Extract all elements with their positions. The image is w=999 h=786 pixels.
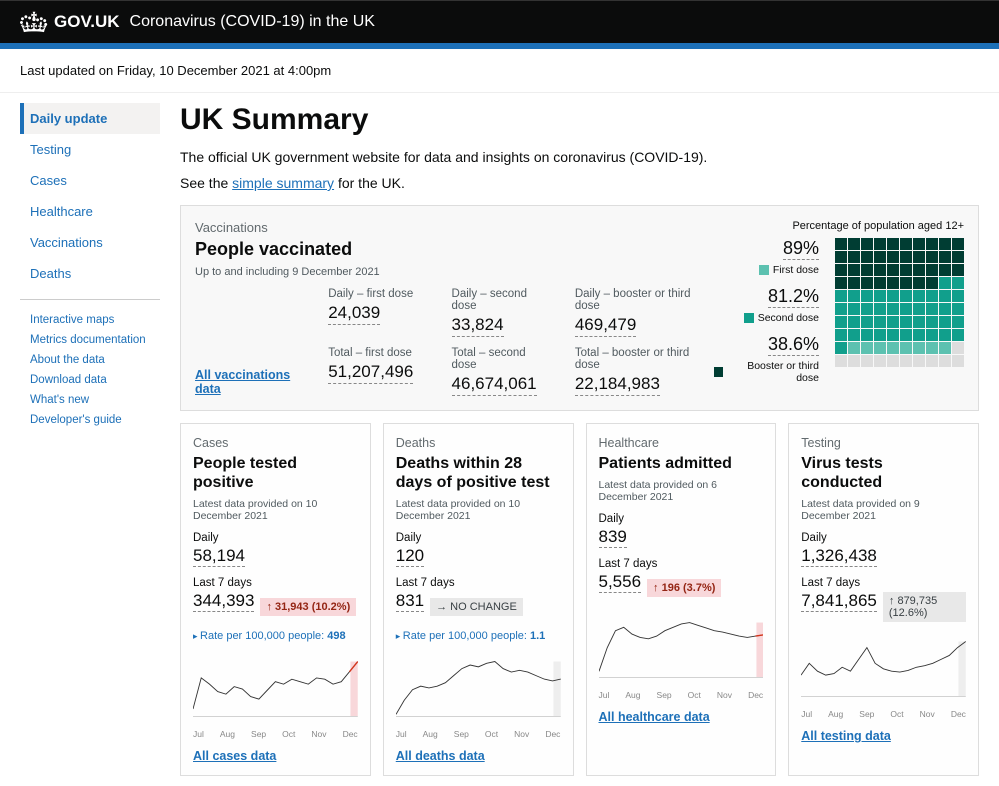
nav-item-cases[interactable]: Cases [20,165,160,196]
waffle-chart [835,238,964,367]
card-heading: Virus tests conducted [801,454,966,492]
last7-value: 7,841,865 [801,591,877,612]
pct-label: Second dose [758,312,819,324]
change-badge: ↑ 196 (3.7%) [647,579,721,597]
pct-title: Percentage of population aged 12+ [714,220,964,232]
sparkline-chart [193,654,358,724]
sparkline-chart [801,634,966,704]
sparkline-chart [599,615,764,685]
nav-item-testing[interactable]: Testing [20,134,160,165]
daily-label: Daily [801,532,966,544]
sidebar: Daily updateTestingCasesHealthcareVaccin… [20,103,160,776]
last7-value: 831 [396,591,424,612]
nav-item-healthcare[interactable]: Healthcare [20,196,160,227]
metric-value: 24,039 [328,303,380,325]
change-badge: → NO CHANGE [430,598,523,616]
card-cases: Cases People tested positive Latest data p… [180,423,371,776]
last7-value: 5,556 [599,572,642,593]
last7-label: Last 7 days [193,577,358,589]
last7-label: Last 7 days [801,577,966,589]
metric-value: 22,184,983 [575,374,660,396]
metric-value: 46,674,061 [452,374,537,396]
card-label: Cases [193,436,358,450]
page-title: UK Summary [180,103,979,137]
daily-label: Daily [396,532,561,544]
nav-item-daily-update[interactable]: Daily update [20,103,160,134]
all-vaccinations-link[interactable]: All vaccinations data [195,368,304,396]
header: GOV.UK Coronavirus (COVID-19) in the UK [0,0,999,43]
daily-value: 1,326,438 [801,546,877,567]
metric-label: Total – first dose [328,347,427,359]
card-testing: Testing Virus tests conducted Latest data … [788,423,979,776]
sidebar-link-metrics-documentation[interactable]: Metrics documentation [20,330,160,350]
rate-link[interactable]: Rate per 100,000 people: 1.1 [396,630,561,642]
all-cases-link[interactable]: All cases data [193,749,276,763]
card-date: Latest data provided on 10 December 2021 [396,498,561,522]
card-heading: People tested positive [193,454,358,492]
page-intro: The official UK government website for d… [180,149,979,165]
card-label: Healthcare [599,436,764,450]
header-govuk: GOV.UK [54,12,120,32]
metric-label: Total – booster or third dose [575,347,694,371]
sidebar-link-download-data[interactable]: Download data [20,370,160,390]
last7-label: Last 7 days [599,558,764,570]
vacc-date: Up to and including 9 December 2021 [195,266,694,278]
daily-value: 58,194 [193,546,245,567]
nav-item-vaccinations[interactable]: Vaccinations [20,227,160,258]
sidebar-link-interactive-maps[interactable]: Interactive maps [20,310,160,330]
all-healthcare-link[interactable]: All healthcare data [599,710,710,724]
metric-label: Daily – booster or third dose [575,288,694,312]
pct-value: 89% [783,238,819,260]
metric-value: 51,207,496 [328,362,413,384]
rate-link[interactable]: Rate per 100,000 people: 498 [193,630,358,642]
pct-value: 81.2% [768,286,819,308]
legend-square [744,313,754,323]
change-badge: ↑ 879,735 (12.6%) [883,592,966,622]
card-date: Latest data provided on 10 December 2021 [193,498,358,522]
pct-label: First dose [773,264,819,276]
vacc-heading: People vaccinated [195,239,694,260]
simple-summary-link[interactable]: simple summary [232,175,334,191]
sparkline-chart [396,654,561,724]
card-healthcare: Healthcare Patients admitted Latest data p… [586,423,777,776]
card-label: Deaths [396,436,561,450]
last7-value: 344,393 [193,591,254,612]
see-summary: See the simple summary for the UK. [180,175,979,191]
header-title: Coronavirus (COVID-19) in the UK [130,13,375,31]
vacc-label: Vaccinations [195,220,694,235]
vacc-percentage: Percentage of population aged 12+ 89% Fir… [714,220,964,396]
daily-label: Daily [193,532,358,544]
vaccinations-panel: Vaccinations People vaccinated Up to and… [180,205,979,411]
metric-label: Daily – second dose [452,288,551,312]
metric-value: 33,824 [452,315,504,337]
metric-label: Total – second dose [452,347,551,371]
pct-label: Booster or third dose [727,360,819,384]
daily-label: Daily [599,513,764,525]
legend-square [714,367,723,377]
last-updated: Last updated on Friday, 10 December 2021… [0,49,999,93]
card-label: Testing [801,436,966,450]
daily-value: 120 [396,546,424,567]
all-deaths-link[interactable]: All deaths data [396,749,485,763]
nav-item-deaths[interactable]: Deaths [20,258,160,289]
card-date: Latest data provided on 9 December 2021 [801,498,966,522]
card-date: Latest data provided on 6 December 2021 [599,479,764,503]
legend-square [759,265,769,275]
crown-icon [20,11,48,33]
metric-label: Daily – first dose [328,288,427,300]
daily-value: 839 [599,527,627,548]
pct-value: 38.6% [768,334,819,356]
metric-value: 469,479 [575,315,636,337]
main: UK Summary The official UK government we… [180,103,979,776]
last7-label: Last 7 days [396,577,561,589]
sidebar-link-about-the-data[interactable]: About the data [20,350,160,370]
card-heading: Deaths within 28 days of positive test [396,454,561,492]
all-testing-link[interactable]: All testing data [801,729,891,743]
change-badge: ↑ 31,943 (10.2%) [260,598,356,616]
sidebar-link-developer-s-guide[interactable]: Developer's guide [20,410,160,430]
sidebar-link-what-s-new[interactable]: What's new [20,390,160,410]
card-heading: Patients admitted [599,454,764,473]
card-deaths: Deaths Deaths within 28 days of positive … [383,423,574,776]
nav-divider [20,299,160,300]
